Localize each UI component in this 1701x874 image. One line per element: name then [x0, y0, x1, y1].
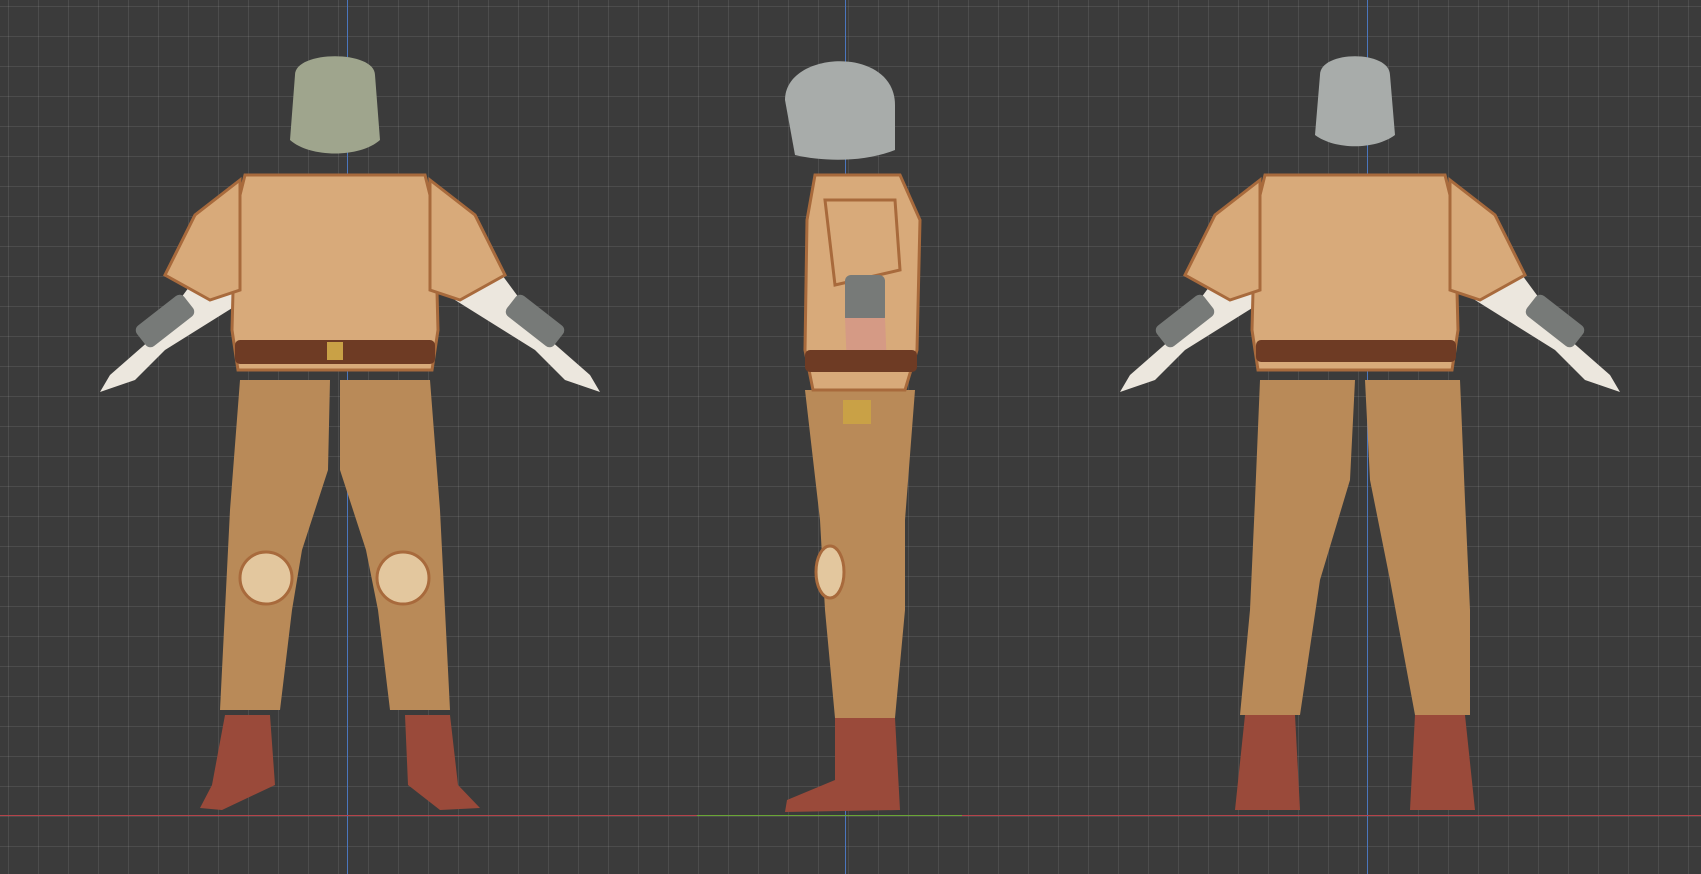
side-boot [785, 718, 900, 812]
right-knee-patch [375, 550, 431, 606]
back-left-leg [1240, 380, 1355, 715]
back-left-sleeve [1183, 176, 1262, 302]
back-right-sleeve [1448, 176, 1527, 302]
character-back-view[interactable] [1070, 50, 1670, 830]
back-belt [1256, 340, 1456, 362]
right-sleeve [428, 176, 507, 302]
3d-viewport[interactable] [0, 0, 1701, 874]
belt-buckle [327, 342, 343, 360]
left-boot [200, 715, 275, 810]
right-leg [340, 380, 450, 710]
character-side-view[interactable] [765, 50, 985, 830]
side-sleeve [823, 198, 902, 287]
side-knee-patch [814, 544, 846, 600]
back-right-leg [1365, 380, 1470, 715]
side-belt [805, 350, 917, 372]
right-boot [405, 715, 480, 810]
left-sleeve [163, 176, 242, 302]
back-right-boot [1410, 715, 1475, 810]
side-belt-buckle [843, 400, 871, 424]
back-left-boot [1235, 715, 1300, 810]
side-helmet [785, 61, 895, 160]
left-knee-patch [238, 550, 294, 606]
side-bracer [845, 275, 885, 323]
left-leg [220, 380, 330, 710]
character-front-view[interactable] [40, 50, 660, 830]
back-helmet [1315, 56, 1395, 147]
helmet [290, 56, 380, 154]
